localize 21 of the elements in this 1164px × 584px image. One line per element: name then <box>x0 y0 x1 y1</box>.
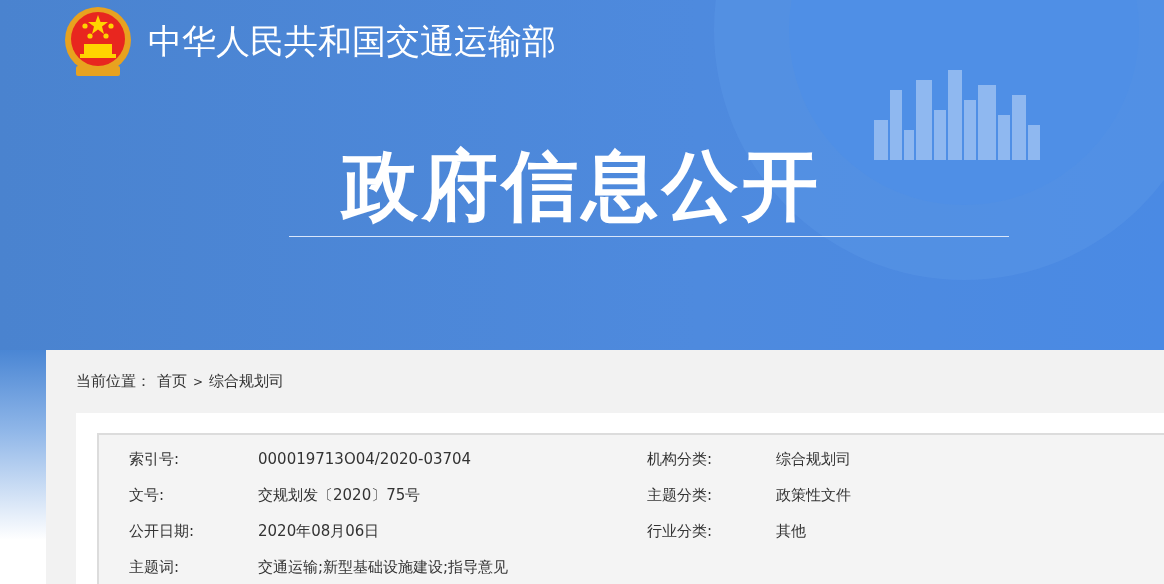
field-value: 政策性文件 <box>776 485 852 505</box>
field-label: 主题词: <box>129 557 181 577</box>
field-value: 交规划发〔2020〕75号 <box>258 485 422 505</box>
field-label: 行业分类: <box>647 521 714 541</box>
field-value: 其他 <box>776 521 807 541</box>
breadcrumb-link[interactable]: 首页 <box>157 372 187 391</box>
field-label: 公开日期: <box>129 521 196 541</box>
field-value: 000019713O04/2020-03704 <box>258 450 473 468</box>
field-label: 主题分类: <box>647 485 714 505</box>
emblem-icon <box>62 6 134 78</box>
field-label: 文号: <box>129 485 166 505</box>
field-value: 2020年08月06日 <box>258 521 381 541</box>
page-heading: 政府信息公开 <box>339 144 823 228</box>
field-value: 交通运输;新型基础设施建设;指导意见 <box>258 557 510 577</box>
breadcrumb-label: 当前位置： <box>76 372 151 391</box>
breadcrumb-separator: > <box>193 374 204 389</box>
field-label: 索引号: <box>129 449 181 469</box>
breadcrumb-link[interactable]: 综合规划司 <box>209 372 285 391</box>
field-label: 机构分类: <box>647 449 714 469</box>
site-title: 中华人民共和国交通运输部 <box>148 20 556 63</box>
field-value: 综合规划司 <box>776 449 852 469</box>
